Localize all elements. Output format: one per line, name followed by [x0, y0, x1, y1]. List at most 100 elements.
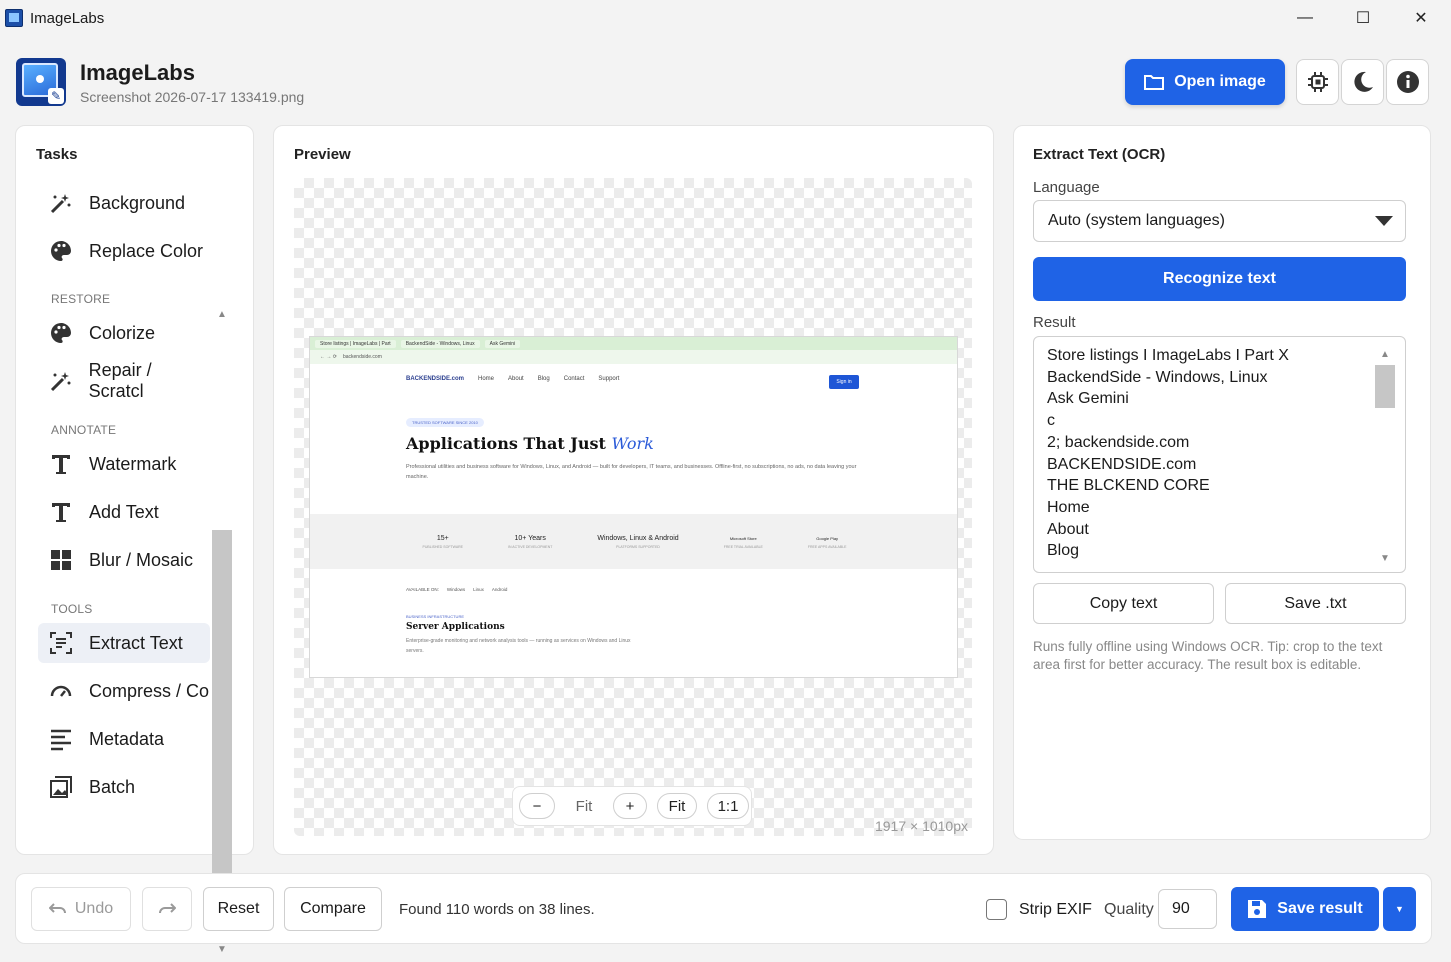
- result-label: Result: [1033, 314, 1076, 331]
- preview-panel: Preview Store listings | ImageLabs | Par…: [273, 125, 994, 855]
- web-sub: Professional utilities and business soft…: [406, 464, 857, 480]
- floppy-icon: [1248, 900, 1267, 918]
- compare-button[interactable]: Compare: [284, 887, 382, 931]
- task-label: Batch: [89, 776, 136, 797]
- redo-button[interactable]: [142, 887, 192, 931]
- image-canvas[interactable]: Store listings | ImageLabs | Part Backen…: [294, 178, 972, 836]
- scroll-up-icon[interactable]: ▲: [212, 304, 232, 324]
- zoom-in-button[interactable]: +: [613, 793, 647, 819]
- redo-icon: [159, 903, 176, 914]
- result-line: BACKENDSIDE.com: [1047, 455, 1197, 473]
- web-stat: Microsoft Store FREE TRIAL AVAILABLE: [723, 535, 763, 549]
- close-button[interactable]: ✕: [1392, 0, 1450, 36]
- scroll-up-icon[interactable]: ▲: [1375, 345, 1395, 363]
- quality-input[interactable]: 90: [1158, 889, 1217, 929]
- result-line: BackendSide - Windows, Linux: [1047, 368, 1268, 386]
- tab-text: Store listings | ImageLabs | Part: [315, 339, 396, 348]
- scroll-thumb[interactable]: [1375, 365, 1395, 408]
- task-label: Add Text: [89, 501, 159, 522]
- task-colorize[interactable]: Colorize: [38, 313, 210, 353]
- app-name: ImageLabs: [80, 60, 195, 85]
- tab-text: BackendSide - Windows, Linux: [400, 339, 480, 348]
- task-blur-mosaic[interactable]: Blur / Mosaic: [38, 540, 210, 580]
- image-dimensions: 1917 × 1010px: [874, 818, 968, 834]
- task-batch[interactable]: Batch: [38, 767, 210, 807]
- section-annotate: ANNOTATE: [51, 423, 117, 437]
- result-line: Store listings I ImageLabs I Part X: [1047, 347, 1289, 364]
- palette-icon: [48, 238, 74, 264]
- ocr-panel: Extract Text (OCR) Language Auto (system…: [1013, 125, 1431, 840]
- strip-exif-label: Strip EXIF: [1019, 901, 1092, 918]
- language-value: Auto (system languages): [1048, 212, 1225, 229]
- task-replace-color[interactable]: Replace Color: [38, 231, 210, 271]
- result-line: About: [1047, 520, 1089, 538]
- scroll-down-icon[interactable]: ▼: [1375, 549, 1395, 567]
- result-line: THE BLCKEND CORE: [1047, 477, 1210, 495]
- web-hero-a: Applications That Just: [406, 434, 612, 453]
- actual-size-button[interactable]: 1:1: [707, 793, 749, 819]
- zoom-out-button[interactable]: −: [519, 793, 555, 819]
- task-repair-scratch[interactable]: Repair / Scratcl: [38, 360, 210, 401]
- tab-text: Ask Gemini: [484, 339, 521, 348]
- task-compress[interactable]: Compress / Co: [38, 671, 210, 711]
- web-available: AVAILABLE ON: Windows Linux Android: [406, 587, 508, 592]
- save-result-button[interactable]: Save result: [1231, 887, 1379, 931]
- web-nav-item: Blog: [537, 376, 550, 382]
- task-add-text[interactable]: Add Text: [38, 492, 210, 532]
- images-icon: [48, 774, 74, 800]
- magic-wand-icon: [48, 368, 74, 394]
- web-badge: TRUSTED SOFTWARE SINCE 2010: [406, 418, 484, 427]
- web-nav-item: Contact: [563, 376, 585, 382]
- result-line: Ask Gemini: [1047, 390, 1129, 408]
- web-hero-b: Work: [611, 434, 654, 453]
- task-extract-text[interactable]: Extract Text: [38, 623, 210, 663]
- save-txt-button[interactable]: Save .txt: [1225, 583, 1406, 624]
- fit-button[interactable]: Fit: [657, 793, 697, 819]
- undo-label: Undo: [74, 900, 114, 917]
- web-logo: BACKENDSIDE.com: [406, 376, 465, 382]
- maximize-button[interactable]: ☐: [1334, 0, 1392, 36]
- theme-button[interactable]: [1341, 59, 1384, 105]
- tasks-scrollbar[interactable]: ▲ ▼: [212, 304, 232, 959]
- task-background[interactable]: Background: [38, 183, 210, 223]
- cpu-icon: [1307, 72, 1328, 92]
- lines-icon: [48, 726, 74, 752]
- web-stat: 15+ PUBLISHED SOFTWARE: [422, 534, 464, 549]
- cpu-button[interactable]: [1296, 59, 1339, 105]
- save-options-chevron-icon[interactable]: ▼: [1383, 887, 1416, 931]
- result-line: 2; backendside.com: [1047, 433, 1190, 451]
- info-icon: [1396, 71, 1419, 93]
- reset-button[interactable]: Reset: [203, 887, 274, 931]
- ocr-title: Extract Text (OCR): [1033, 146, 1166, 163]
- result-textarea[interactable]: Store listings I ImageLabs I Part X Back…: [1033, 336, 1406, 573]
- browser-tabs: Store listings | ImageLabs | Part Backen…: [310, 337, 957, 350]
- task-label: Extract Text: [89, 632, 183, 653]
- info-button[interactable]: [1386, 59, 1429, 105]
- language-select[interactable]: Auto (system languages): [1033, 200, 1406, 242]
- copy-text-button[interactable]: Copy text: [1033, 583, 1214, 624]
- web-hero: Applications That Just Work: [406, 434, 654, 453]
- file-name: Screenshot 2026-07-17 133419.png: [80, 89, 305, 105]
- web-nav-item: Home: [478, 376, 495, 382]
- quality-label: Quality: [1104, 901, 1154, 918]
- recognize-text-button[interactable]: Recognize text: [1033, 257, 1406, 301]
- undo-button[interactable]: Undo: [31, 887, 131, 931]
- strip-exif-checkbox[interactable]: [986, 899, 1007, 920]
- result-scrollbar[interactable]: ▲ ▼: [1375, 345, 1395, 567]
- title-bar: ImageLabs — ☐ ✕: [0, 0, 1451, 38]
- task-watermark[interactable]: Watermark: [38, 444, 210, 484]
- task-metadata[interactable]: Metadata: [38, 719, 210, 759]
- magic-wand-icon: [48, 190, 74, 216]
- minimize-button[interactable]: —: [1276, 0, 1334, 36]
- zoom-toolbar: − Fit + Fit 1:1: [512, 786, 752, 826]
- web-server-sub: Enterprise-grade monitoring and network …: [406, 638, 631, 654]
- address-text: backendside.com: [342, 354, 382, 360]
- nav-arrows: ← → ⟳: [320, 354, 337, 360]
- scan-text-icon: [48, 630, 74, 656]
- web-stat: 10+ Years IN ACTIVE DEVELOPMENT: [508, 534, 553, 549]
- ocr-tip: Runs fully offline using Windows OCR. Ti…: [1033, 639, 1383, 672]
- web-nav-item: About: [508, 376, 524, 382]
- web-page: BACKENDSIDE.com Home About Blog Contact …: [310, 364, 957, 677]
- open-image-button[interactable]: Open image: [1125, 59, 1285, 105]
- palette-icon: [48, 320, 74, 346]
